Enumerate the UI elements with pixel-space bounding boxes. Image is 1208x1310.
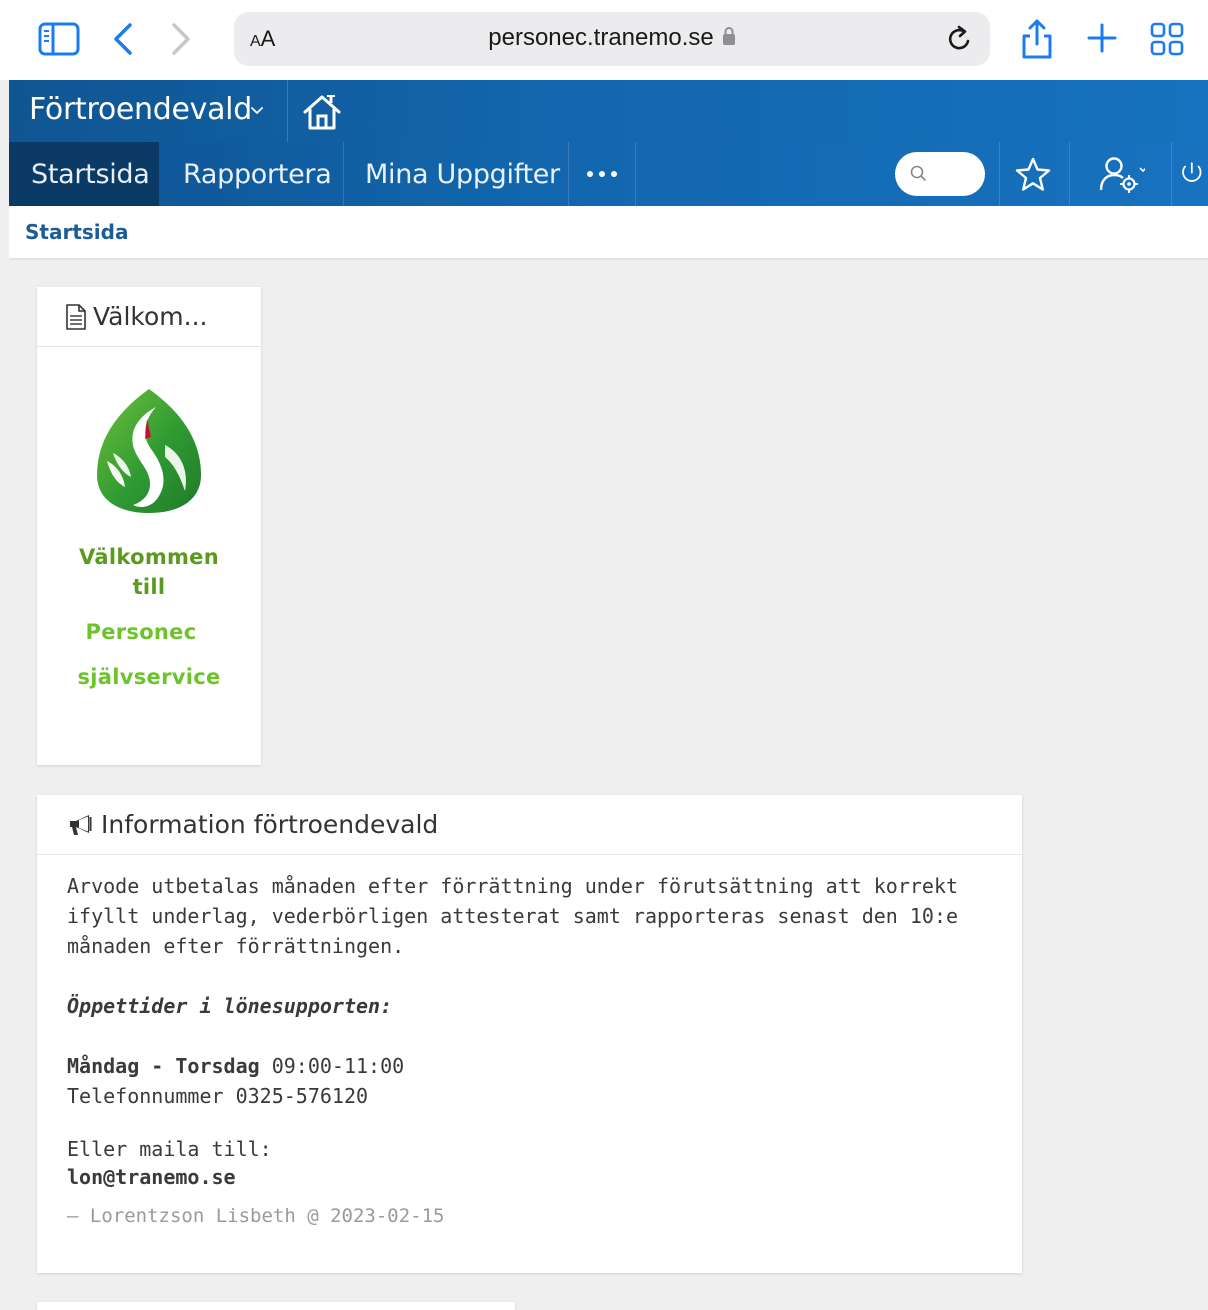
chevron-down-icon[interactable] [249, 102, 265, 122]
search-input[interactable] [895, 152, 985, 196]
user-settings-icon[interactable] [1081, 142, 1161, 206]
plus-icon[interactable] [1086, 22, 1118, 54]
welcome-text: Personec [85, 620, 197, 644]
nav-divider [1069, 142, 1070, 206]
main-nav: Startsida Rapportera Mina Uppgifter [9, 142, 1208, 206]
nav-item-rapportera[interactable]: Rapportera [161, 142, 353, 206]
mail-prompt: Eller maila till: [67, 1137, 272, 1161]
reload-icon[interactable] [946, 24, 974, 54]
home-icon[interactable] [301, 92, 343, 136]
nav-divider [1171, 142, 1172, 206]
header-divider [287, 80, 288, 142]
power-icon[interactable] [1181, 142, 1208, 206]
info-paragraph: Arvode utbetalas månaden efter förrättni… [67, 874, 959, 958]
lock-icon [722, 25, 736, 53]
info-body: Arvode utbetalas månaden efter förrättni… [67, 871, 987, 1231]
welcome-text: Välkommen [79, 545, 219, 569]
card-header: Välkom... [37, 287, 261, 347]
more-menu-button[interactable] [569, 142, 635, 206]
forward-chevron-icon[interactable] [170, 22, 192, 56]
nav-item-startsida[interactable]: Startsida [9, 142, 159, 206]
back-chevron-icon[interactable] [112, 22, 134, 56]
breadcrumb: Startsida [9, 206, 1208, 260]
nav-item-mina-uppgifter[interactable]: Mina Uppgifter [343, 142, 582, 206]
star-icon[interactable] [1005, 142, 1061, 206]
document-icon [65, 303, 87, 330]
tabs-grid-icon[interactable] [1150, 22, 1184, 56]
role-selector[interactable]: Förtroendevald [29, 92, 252, 127]
nav-divider [999, 142, 1000, 206]
dot [599, 171, 605, 177]
phone-text: Telefonnummer 0325-576120 [67, 1084, 369, 1108]
tranemo-logo [93, 387, 205, 521]
search-icon [909, 164, 929, 188]
dot [611, 171, 617, 177]
share-icon[interactable] [1020, 18, 1054, 60]
browser-toolbar: AA personec.tranemo.se [0, 0, 1208, 80]
information-card: Information förtroendevald Arvode utbeta… [37, 795, 1022, 1273]
signature: — Lorentzson Lisbeth @ 2023-02-15 [67, 1205, 445, 1227]
card-title: Information förtroendevald [101, 810, 439, 839]
card-header: Information förtroendevald [37, 795, 1022, 855]
card-title: Välkom... [93, 302, 208, 331]
sidebar-icon[interactable] [38, 22, 80, 56]
address-bar[interactable]: AA personec.tranemo.se [234, 12, 990, 66]
url-text: personec.tranemo.se [488, 24, 714, 51]
nav-divider [635, 142, 636, 206]
welcome-text: självservice [77, 665, 221, 689]
email-link[interactable]: lon@tranemo.se [67, 1165, 236, 1189]
megaphone-icon [67, 813, 95, 837]
breadcrumb-startsida[interactable]: Startsida [25, 220, 128, 244]
hours-heading: Öppettider i lönesupporten: [67, 994, 393, 1018]
dot [587, 171, 593, 177]
app-header: Förtroendevald [9, 80, 1208, 142]
next-card [37, 1302, 515, 1310]
welcome-card: Välkom... Välkommen till Personec självs… [37, 287, 261, 765]
hours-text: 09:00-11:00 [259, 1054, 405, 1078]
welcome-text: till [132, 575, 166, 599]
days-text: Måndag - Torsdag [67, 1054, 260, 1078]
